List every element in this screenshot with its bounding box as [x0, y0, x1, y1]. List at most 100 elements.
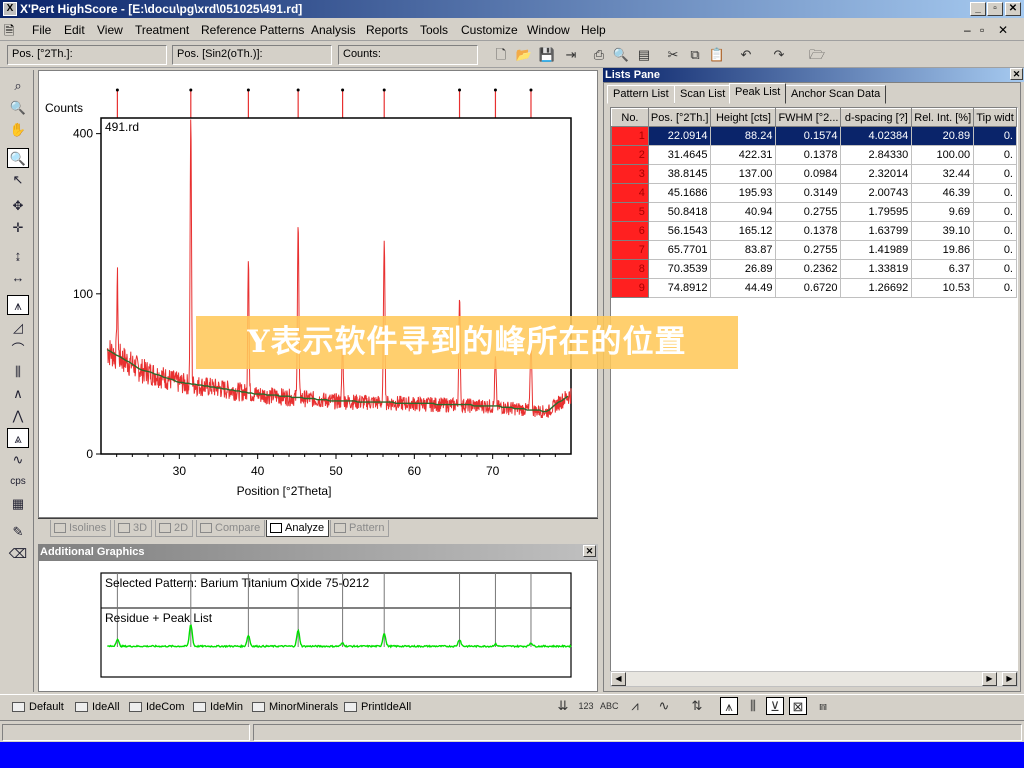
column-header[interactable]: No. [611, 108, 649, 127]
redo-icon[interactable]: ↷ [770, 46, 788, 64]
scroll-left-icon[interactable]: ◀ [611, 672, 626, 686]
pen-icon[interactable]: ✎ [7, 522, 29, 542]
mdi-minimize-button[interactable]: – [964, 23, 971, 37]
minimize-button[interactable]: _ [970, 2, 986, 16]
menu-help[interactable]: Help [581, 23, 606, 37]
table-row[interactable]: 9 74.8912 44.49 0.6720 1.26692 10.53 0. [611, 278, 1017, 298]
macro-default[interactable]: Default [12, 701, 64, 713]
macro-printideall[interactable]: PrintIdeAll [344, 701, 411, 713]
table-row[interactable]: 7 65.7701 83.87 0.2755 1.41989 19.86 0. [611, 240, 1017, 260]
menu-customize[interactable]: Customize [461, 23, 518, 37]
zoom-reset-icon[interactable]: ⌕ [7, 76, 29, 96]
crosshair-icon[interactable]: ✛ [7, 218, 29, 238]
cps-icon[interactable]: cps [7, 472, 29, 492]
y-scale-icon[interactable]: ↨ [7, 246, 29, 266]
maximize-button[interactable]: ▫ [987, 2, 1003, 16]
mdi-restore-button[interactable]: ▫ [980, 23, 984, 37]
new-file-icon[interactable]: 🗋 [492, 46, 510, 64]
pattern-icon[interactable]: ∿ [7, 450, 29, 470]
menu-edit[interactable]: Edit [64, 23, 85, 37]
tab-anchor-scan-data[interactable]: Anchor Scan Data [785, 85, 887, 104]
copy-icon[interactable]: ⧉ [686, 46, 704, 64]
macro-minorminerals[interactable]: MinorMinerals [252, 701, 338, 713]
tab-3d[interactable]: 3D [114, 520, 153, 537]
menu-treatment[interactable]: Treatment [135, 23, 189, 37]
peak-shape-icon[interactable]: ∧ [7, 384, 29, 404]
table-row[interactable]: 3 38.8145 137.00 0.0984 2.32014 32.44 0. [611, 164, 1017, 184]
move-icon[interactable]: ✥ [7, 196, 29, 216]
profile-icon[interactable]: ∿ [655, 697, 673, 715]
lists-pane-close-icon[interactable]: ✕ [1010, 68, 1023, 80]
print-icon[interactable]: ⎙ [590, 46, 608, 64]
scroll-right-icon[interactable]: ▶ [982, 672, 997, 686]
labels-icon[interactable]: ABC [600, 697, 619, 715]
scroll-end-icon[interactable]: ▶ [1002, 672, 1017, 686]
bar-chart-icon[interactable]: ⫼ [7, 362, 29, 382]
main-plot[interactable]: 0 100 400 30 40 50 60 70 Counts 491.rd Positio… [38, 70, 598, 518]
table-row[interactable]: 2 31.4645 422.31 0.1378 2.84330 100.00 0. [611, 145, 1017, 165]
table-row[interactable]: 4 45.1686 195.93 0.3149 2.00743 46.39 0. [611, 183, 1017, 203]
tab-pattern[interactable]: Pattern [330, 520, 390, 537]
print-preview-icon[interactable]: 🔍 [612, 46, 630, 64]
menu-tools[interactable]: Tools [420, 23, 448, 37]
horizontal-scrollbar[interactable]: ◀ ▶ ▶ [610, 671, 1018, 687]
import-icon[interactable]: ⇥ [562, 46, 580, 64]
numbering-icon[interactable]: 123 [577, 697, 595, 715]
difference-icon[interactable]: ⊻ [766, 697, 784, 715]
table-row[interactable]: 5 50.8418 40.94 0.2755 1.79595 9.69 0. [611, 202, 1017, 222]
undo-icon[interactable]: ↶ [737, 46, 755, 64]
grid-icon[interactable]: ▦ [7, 494, 29, 514]
macro-idecom[interactable]: IdeCom [129, 701, 185, 713]
overlay-icon[interactable]: ⊠ [789, 697, 807, 715]
menu-file[interactable]: File [32, 23, 51, 37]
close-button[interactable]: ✕ [1005, 2, 1021, 16]
tab-peak-list[interactable]: Peak List [729, 83, 787, 104]
x-scale-icon[interactable]: ↔ [7, 268, 29, 288]
pointer-icon[interactable]: ↖ [7, 170, 29, 190]
menu-view[interactable]: View [97, 23, 123, 37]
fit-profile-icon[interactable]: ⌒ [7, 340, 29, 360]
tab-scan-list[interactable]: Scan List [674, 85, 732, 104]
menu-analysis[interactable]: Analysis [311, 23, 356, 37]
paste-icon[interactable]: 📋 [708, 46, 726, 64]
column-header[interactable]: Rel. Int. [%] [911, 108, 975, 127]
folder-action-icon[interactable]: 🗁 [808, 46, 826, 64]
macro-ideall[interactable]: IdeAll [75, 701, 120, 713]
tab-2d[interactable]: 2D [155, 520, 194, 537]
hand-pan-icon[interactable]: ✋ [7, 120, 29, 140]
zoom-in-icon[interactable]: 🔍 [7, 148, 29, 168]
tab-analyze[interactable]: Analyze [266, 520, 330, 537]
save-icon[interactable]: 💾 [538, 46, 556, 64]
menu-reference-patterns[interactable]: Reference Patterns [201, 23, 304, 37]
column-header[interactable]: Tip widt [973, 108, 1017, 127]
menu-reports[interactable]: Reports [366, 23, 408, 37]
zoom-out-icon[interactable]: 🔍 [7, 98, 29, 118]
column-header[interactable]: d-spacing [?] [840, 108, 913, 127]
peak-markers-icon[interactable]: ⩚ [720, 697, 738, 715]
additional-graphics-close-icon[interactable]: ✕ [583, 545, 596, 557]
document-icon[interactable]: 🗎 [4, 22, 14, 44]
column-header[interactable]: Height [cts] [710, 108, 777, 127]
column-header[interactable]: Pos. [°2Th.] [647, 108, 712, 127]
app-icon[interactable]: X [3, 2, 17, 16]
peak-search-icon[interactable]: ⩚ [7, 295, 29, 315]
chart-options-icon[interactable]: ⩎ [814, 697, 832, 715]
tab-pattern-list[interactable]: Pattern List [607, 85, 675, 104]
peak-list-icon[interactable]: ⩓ [7, 428, 29, 448]
peak-list-grid[interactable]: No. Pos. [°2Th.] Height [cts] FWHM [°2... d-… [610, 107, 1018, 677]
sort-icon[interactable]: ⇅ [688, 697, 706, 715]
column-header[interactable]: FWHM [°2... [775, 108, 842, 127]
table-row[interactable]: 1 22.0914 88.24 0.1574 4.02384 20.89 0. [611, 126, 1017, 146]
table-row[interactable]: 8 70.3539 26.89 0.2362 1.33819 6.37 0. [611, 259, 1017, 279]
mdi-close-button[interactable]: ✕ [998, 23, 1008, 37]
tab-compare[interactable]: Compare [196, 520, 266, 537]
eraser-icon[interactable]: ⌫ [7, 544, 29, 564]
macro-idemin[interactable]: IdeMin [193, 701, 243, 713]
menu-window[interactable]: Window [527, 23, 570, 37]
table-row[interactable]: 6 56.1543 165.12 0.1378 1.63799 39.10 0. [611, 221, 1017, 241]
sticks-icon[interactable]: ⫼ [744, 697, 762, 715]
multi-peak-icon[interactable]: ⋀ [7, 406, 29, 426]
diffraction-pattern-chart[interactable]: 0 100 400 30 40 50 60 70 Counts 491.rd Positio… [39, 71, 597, 517]
tab-isolines[interactable]: Isolines [50, 520, 112, 537]
printer-setup-icon[interactable]: ▤ [635, 46, 653, 64]
